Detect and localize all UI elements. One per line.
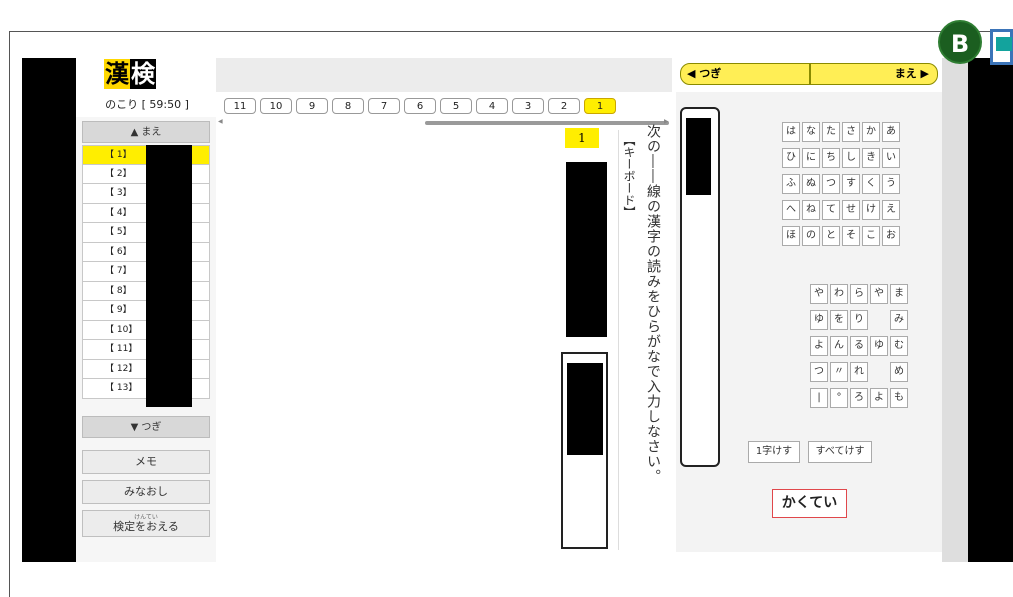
hiragana-key[interactable]: ° [830, 388, 848, 408]
hiragana-key[interactable]: を [830, 310, 848, 330]
top-bar [216, 58, 672, 92]
hiragana-key[interactable]: ゆ [870, 336, 888, 356]
finish-exam-label: 検定をおえる [113, 520, 179, 533]
hiragana-key[interactable]: つ [822, 174, 840, 194]
hiragana-key[interactable]: よ [810, 336, 828, 356]
question-tab[interactable]: 6 [404, 98, 436, 114]
redacted-question-list [146, 145, 192, 407]
question-number: 1 [565, 128, 599, 148]
question-tab[interactable]: 2 [548, 98, 580, 114]
b-badge-icon: B [938, 20, 982, 64]
hiragana-key[interactable]: て [822, 200, 840, 220]
finish-exam-button[interactable]: けんてい 検定をおえる [82, 510, 210, 537]
hiragana-key[interactable]: し [842, 148, 860, 168]
question-tabs: 11 10 9 8 7 6 5 4 3 2 1 [224, 98, 616, 114]
hiragana-key[interactable]: む [890, 336, 908, 356]
hiragana-key[interactable]: よ [870, 388, 888, 408]
left-black-panel [22, 58, 76, 562]
scroll-left-icon[interactable]: ◀ [218, 118, 223, 125]
review-button[interactable]: みなおし [82, 480, 210, 504]
hiragana-key[interactable]: れ [850, 362, 868, 382]
question-tab[interactable]: 9 [296, 98, 328, 114]
hiragana-key[interactable]: り [850, 310, 868, 330]
hiragana-key[interactable]: あ [882, 122, 900, 142]
logo-char-kan: 漢 [104, 59, 130, 89]
question-tab[interactable]: 8 [332, 98, 364, 114]
hiragana-key[interactable]: え [882, 200, 900, 220]
hiragana-key[interactable]: こ [862, 226, 880, 246]
sidebar-prev-button[interactable]: ▲ まえ [82, 121, 210, 143]
redacted-question-text [566, 162, 607, 337]
hiragana-key[interactable]: ね [802, 200, 820, 220]
question-tab[interactable]: 11 [224, 98, 256, 114]
redacted-input-preview [686, 118, 711, 195]
question-divider [618, 130, 619, 550]
hiragana-key[interactable]: た [822, 122, 840, 142]
hiragana-key[interactable]: そ [842, 226, 860, 246]
question-tab[interactable]: 1 [584, 98, 616, 114]
hiragana-key[interactable]: ん [830, 336, 848, 356]
right-black-panel [968, 58, 1013, 562]
hiragana-key[interactable]: ろ [850, 388, 868, 408]
hiragana-key[interactable]: の [802, 226, 820, 246]
right-gray-strip [942, 58, 968, 562]
sidebar-next-button[interactable]: ▼ つぎ [82, 416, 210, 438]
confirm-button[interactable]: かくてい [772, 489, 847, 518]
time-remaining: のこり [ 59:50 ] [105, 98, 189, 111]
question-tab[interactable]: 4 [476, 98, 508, 114]
hiragana-key[interactable]: へ [782, 200, 800, 220]
delete-one-button[interactable]: 1字けす [748, 441, 800, 463]
hiragana-key[interactable]: き [862, 148, 880, 168]
nav-next-button[interactable]: ◀ つぎ [680, 63, 810, 85]
hiragana-key[interactable]: に [802, 148, 820, 168]
hiragana-key[interactable]: は [782, 122, 800, 142]
kanken-logo: 漢 検 [104, 59, 156, 89]
question-tab[interactable]: 10 [260, 98, 292, 114]
hiragana-key[interactable]: み [890, 310, 908, 330]
scroll-right-icon[interactable]: ▶ [664, 118, 669, 125]
hiragana-key[interactable]: け [862, 200, 880, 220]
hiragana-key[interactable]: く [862, 174, 880, 194]
question-tab[interactable]: 3 [512, 98, 544, 114]
keyboard-label: 【キーボード】 [622, 134, 636, 218]
hiragana-key[interactable]: う [882, 174, 900, 194]
question-instruction: 次の――線の漢字の読みをひらがなで入力しなさい。 [645, 124, 661, 484]
hiragana-key[interactable]: ふ [782, 174, 800, 194]
hiragana-key[interactable]: ひ [782, 148, 800, 168]
corner-thumbnail-icon [990, 29, 1013, 65]
hiragana-key[interactable]: せ [842, 200, 860, 220]
hiragana-key[interactable]: つ [810, 362, 828, 382]
hiragana-key[interactable]: も [890, 388, 908, 408]
hiragana-key[interactable]: わ [830, 284, 848, 304]
scrollbar-thumb[interactable] [425, 121, 669, 125]
hiragana-key[interactable]: ゆ [810, 310, 828, 330]
hiragana-key[interactable]: す [842, 174, 860, 194]
hiragana-key[interactable]: ち [822, 148, 840, 168]
hiragana-key[interactable]: | [810, 388, 828, 408]
delete-all-button[interactable]: すべてけす [808, 441, 872, 463]
logo-char-ken: 検 [130, 59, 156, 89]
hiragana-key[interactable]: な [802, 122, 820, 142]
hiragana-key[interactable]: と [822, 226, 840, 246]
hiragana-key[interactable]: ら [850, 284, 868, 304]
hiragana-key[interactable]: ぬ [802, 174, 820, 194]
memo-button[interactable]: メモ [82, 450, 210, 474]
nav-prev-button[interactable]: まえ ▶ [810, 63, 938, 85]
question-tab[interactable]: 5 [440, 98, 472, 114]
hiragana-key[interactable]: る [850, 336, 868, 356]
hiragana-key[interactable]: や [870, 284, 888, 304]
redacted-answer [567, 363, 603, 455]
hiragana-key[interactable]: め [890, 362, 908, 382]
question-tab[interactable]: 7 [368, 98, 400, 114]
hiragana-key[interactable]: 〃 [830, 362, 848, 382]
horizontal-scrollbar[interactable]: ◀ ▶ [216, 118, 672, 126]
hiragana-key[interactable]: お [882, 226, 900, 246]
hiragana-key[interactable]: い [882, 148, 900, 168]
hiragana-key[interactable]: か [862, 122, 880, 142]
hiragana-key[interactable]: や [810, 284, 828, 304]
hiragana-key[interactable]: さ [842, 122, 860, 142]
question-navbar: ◀ つぎ まえ ▶ [680, 63, 938, 85]
hiragana-key[interactable]: ま [890, 284, 908, 304]
hiragana-key[interactable]: ほ [782, 226, 800, 246]
